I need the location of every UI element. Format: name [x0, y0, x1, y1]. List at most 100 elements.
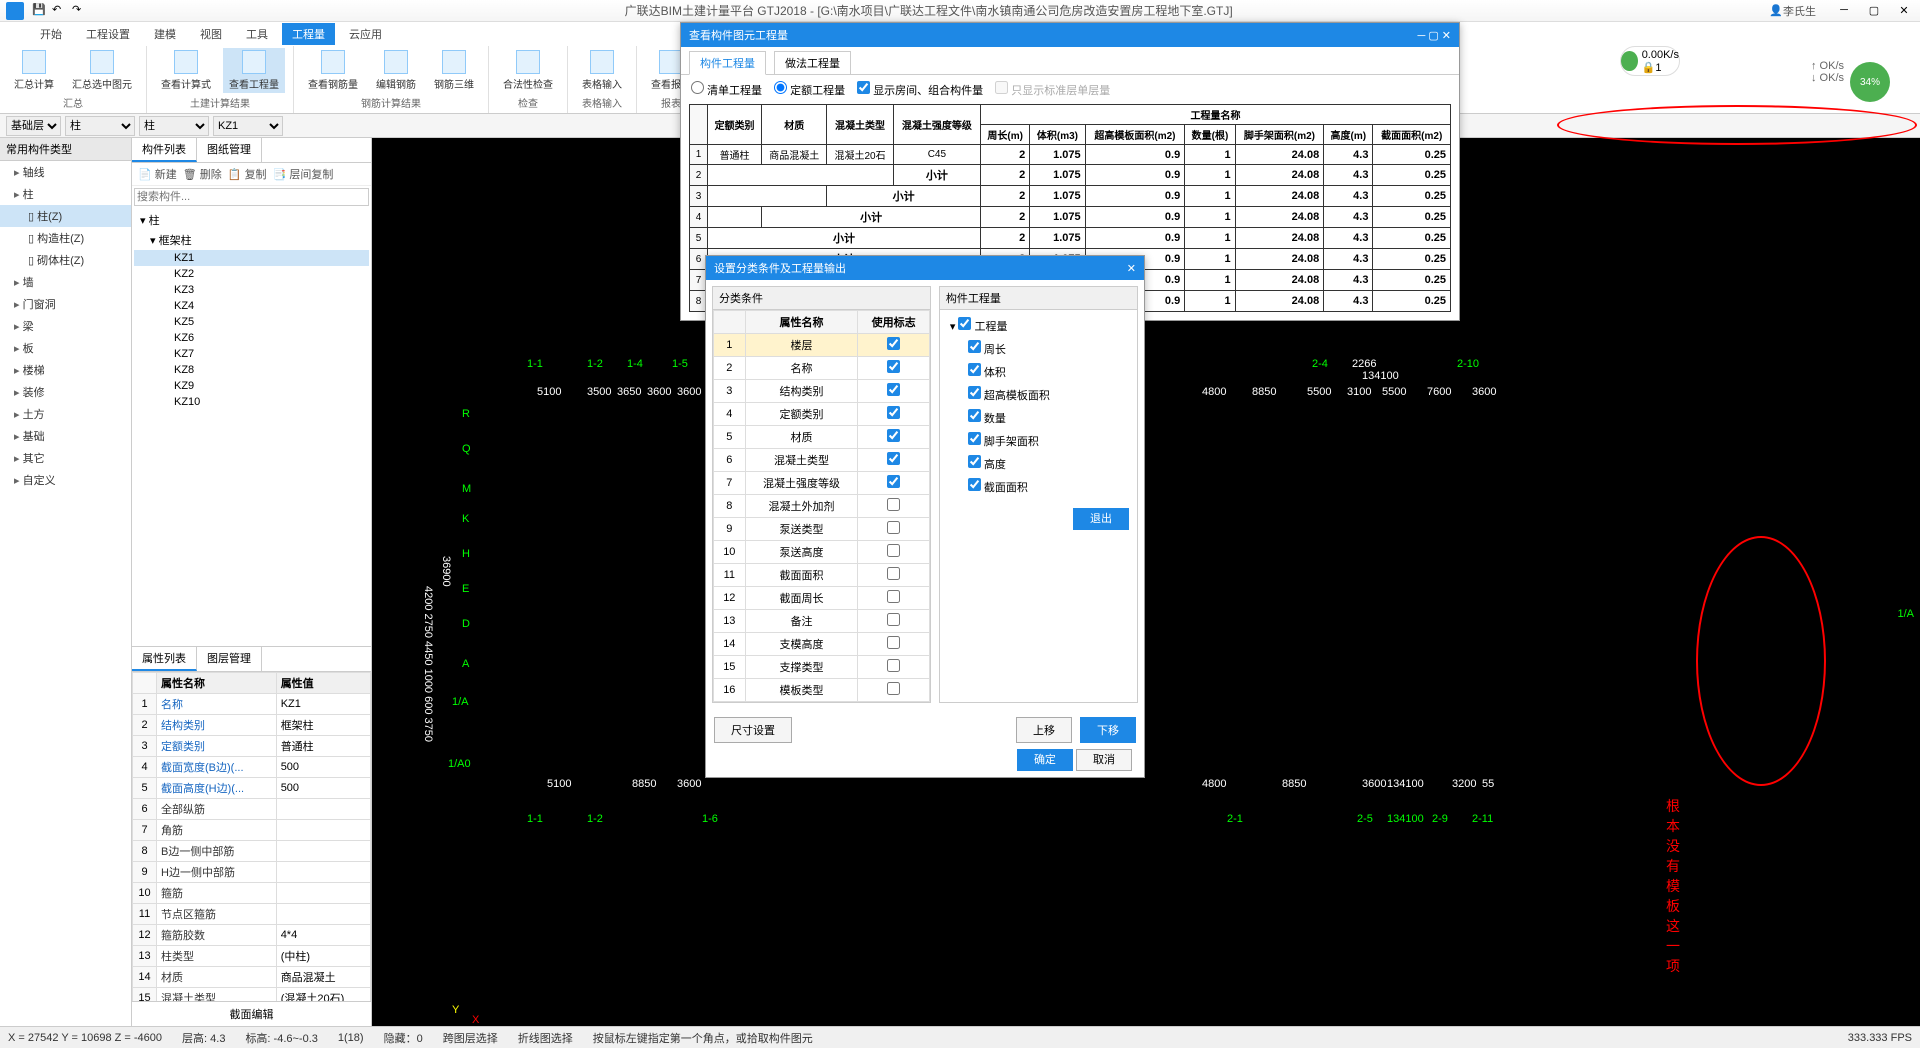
ribbon-编辑钢筋[interactable]: 编辑钢筋: [370, 48, 422, 93]
set-row[interactable]: 5材质: [714, 426, 930, 449]
section-edit-button[interactable]: 截面编辑: [132, 1001, 371, 1026]
ribbon-钢筋三维[interactable]: 钢筋三维: [428, 48, 480, 93]
set-row[interactable]: 1楼层: [714, 334, 930, 357]
status-fold[interactable]: 折线图选择: [518, 1030, 573, 1046]
sidebar-item[interactable]: 楼梯: [0, 359, 131, 381]
sidebar-item[interactable]: 其它: [0, 447, 131, 469]
subcategory-select[interactable]: 柱: [139, 116, 209, 136]
radio-quota-qty[interactable]: 定额工程量: [774, 81, 845, 98]
tab-layers[interactable]: 图层管理: [197, 647, 262, 671]
undo-icon[interactable]: ↶: [52, 3, 68, 19]
prop-row[interactable]: 7角筋: [133, 820, 371, 841]
qty-tree-item[interactable]: 高度: [950, 452, 1127, 475]
qty-tree-item[interactable]: 脚手架面积: [950, 429, 1127, 452]
set-row[interactable]: 10泵送高度: [714, 541, 930, 564]
prop-row[interactable]: 4截面宽度(B边)(...500: [133, 757, 371, 778]
prop-row[interactable]: 8B边一侧中部筋: [133, 841, 371, 862]
sidebar-item[interactable]: 基础: [0, 425, 131, 447]
menu-1[interactable]: 工程设置: [76, 23, 140, 45]
set-row[interactable]: 9泵送类型: [714, 518, 930, 541]
floor-select[interactable]: 基础层: [6, 116, 61, 136]
sidebar-item[interactable]: 轴线: [0, 161, 131, 183]
exit-button[interactable]: 退出: [1073, 508, 1129, 530]
set-row[interactable]: 2名称: [714, 357, 930, 380]
sidebar-item[interactable]: 自定义: [0, 469, 131, 491]
user-avatar-icon[interactable]: 👤: [1769, 4, 1783, 17]
save-icon[interactable]: 💾: [32, 3, 48, 19]
qty-row[interactable]: 5小计21.0750.9124.084.30.25: [690, 228, 1451, 249]
prop-row[interactable]: 12箍筋胶数4*4: [133, 925, 371, 946]
qty-row[interactable]: 2小计21.0750.9124.084.30.25: [690, 165, 1451, 186]
ribbon-汇总计算[interactable]: 汇总计算: [8, 48, 60, 93]
chk-std-floor[interactable]: 只显示标准层单层量: [995, 81, 1110, 98]
qty-tree-item[interactable]: 数量: [950, 406, 1127, 429]
layer-copy-button[interactable]: 📑 层间复制: [273, 166, 334, 182]
property-table[interactable]: 属性名称属性值 1名称KZ12结构类别框架柱3定额类别普通柱4截面宽度(B边)(…: [132, 672, 371, 1001]
qty-row[interactable]: 3小计21.0750.9124.084.30.25: [690, 186, 1451, 207]
tab-member-list[interactable]: 构件列表: [132, 138, 197, 162]
set-row[interactable]: 11截面面积: [714, 564, 930, 587]
quick-access-toolbar[interactable]: 💾 ↶ ↷: [32, 3, 88, 19]
sidebar-subitem[interactable]: ▯ 柱(Z): [0, 205, 131, 227]
maximize-icon[interactable]: ▢: [1864, 4, 1884, 17]
set-row[interactable]: 3结构类别: [714, 380, 930, 403]
set-row[interactable]: 16模板类型: [714, 679, 930, 702]
ribbon-表格输入[interactable]: 表格输入: [576, 48, 628, 93]
network-badge[interactable]: 0.00K/s 🔒1: [1620, 46, 1680, 76]
close-icon[interactable]: ✕: [1894, 4, 1914, 17]
prop-row[interactable]: 9H边一侧中部筋: [133, 862, 371, 883]
set-row[interactable]: 13备注: [714, 610, 930, 633]
qty-tree-item[interactable]: 周长: [950, 337, 1127, 360]
prop-row[interactable]: 1名称KZ1: [133, 694, 371, 715]
speed-badge[interactable]: 34%: [1850, 62, 1890, 102]
ribbon-查看工程量[interactable]: 查看工程量: [223, 48, 285, 93]
tree-item[interactable]: KZ2: [134, 266, 369, 282]
redo-icon[interactable]: ↷: [72, 3, 88, 19]
status-cross[interactable]: 跨图层选择: [443, 1030, 498, 1046]
prop-row[interactable]: 6全部纵筋: [133, 799, 371, 820]
qty-tree-item[interactable]: 截面面积: [950, 475, 1127, 498]
prop-row[interactable]: 5截面高度(H边)(...500: [133, 778, 371, 799]
menu-3[interactable]: 视图: [190, 23, 232, 45]
user-name[interactable]: 李氏生: [1783, 3, 1816, 19]
qty-tree-item[interactable]: 超高模板面积: [950, 383, 1127, 406]
prop-row[interactable]: 10箍筋: [133, 883, 371, 904]
set-close-icon[interactable]: ✕: [1127, 262, 1136, 275]
member-select[interactable]: KZ1: [213, 116, 283, 136]
prop-row[interactable]: 3定额类别普通柱: [133, 736, 371, 757]
move-down-button[interactable]: 下移: [1080, 717, 1136, 743]
tab-member-qty[interactable]: 构件工程量: [689, 51, 766, 75]
cancel-button[interactable]: 取消: [1076, 749, 1132, 771]
search-input[interactable]: [134, 188, 369, 206]
tab-properties[interactable]: 属性列表: [132, 647, 197, 671]
sidebar-item[interactable]: 门窗洞: [0, 293, 131, 315]
category-select[interactable]: 柱: [65, 116, 135, 136]
set-row[interactable]: 4定额类别: [714, 403, 930, 426]
menu-4[interactable]: 工具: [236, 23, 278, 45]
set-row[interactable]: 6混凝土类型: [714, 449, 930, 472]
tree-item[interactable]: KZ7: [134, 346, 369, 362]
tree-item[interactable]: KZ6: [134, 330, 369, 346]
chk-show-room[interactable]: 显示房间、组合构件量: [857, 81, 983, 98]
ribbon-汇总选中图元[interactable]: 汇总选中图元: [66, 48, 138, 93]
tree-item[interactable]: KZ9: [134, 378, 369, 394]
qty-tree-item[interactable]: 体积: [950, 360, 1127, 383]
move-up-button[interactable]: 上移: [1016, 717, 1072, 743]
sidebar-subitem[interactable]: ▯ 砌体柱(Z): [0, 249, 131, 271]
qty-row[interactable]: 4小计21.0750.9124.084.30.25: [690, 207, 1451, 228]
tree-item[interactable]: KZ8: [134, 362, 369, 378]
sidebar-item[interactable]: 装修: [0, 381, 131, 403]
tree-l1[interactable]: ▾ 框架柱: [134, 230, 369, 250]
prop-row[interactable]: 14材质商品混凝土: [133, 967, 371, 988]
prop-row[interactable]: 11节点区箍筋: [133, 904, 371, 925]
ribbon-查看计算式[interactable]: 查看计算式: [155, 48, 217, 93]
tree-item[interactable]: KZ1: [134, 250, 369, 266]
prop-row[interactable]: 15混凝土类型(混凝土20石): [133, 988, 371, 1002]
set-row[interactable]: 14支模高度: [714, 633, 930, 656]
tree-item[interactable]: KZ5: [134, 314, 369, 330]
prop-row[interactable]: 2结构类别框架柱: [133, 715, 371, 736]
qty-row[interactable]: 1普通柱商品混凝土混凝土20石C4521.0750.9124.084.30.25: [690, 145, 1451, 165]
sidebar-subitem[interactable]: ▯ 构造柱(Z): [0, 227, 131, 249]
tree-item[interactable]: KZ10: [134, 394, 369, 410]
size-button[interactable]: 尺寸设置: [714, 717, 792, 743]
